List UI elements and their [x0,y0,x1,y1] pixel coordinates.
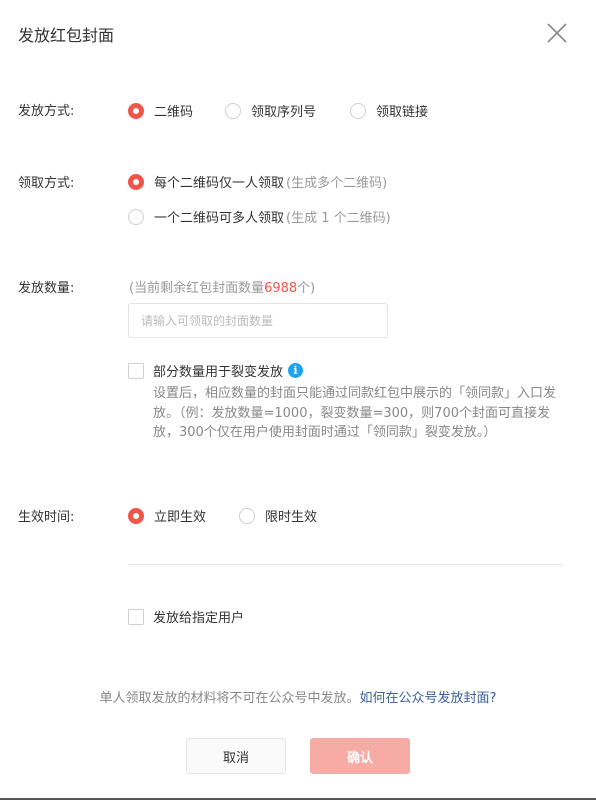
issue-cover-dialog: 发放红包封面 发放方式: 二维码 领取序列号 领取链接 领取方式: 每个二维码仅… [0,0,596,800]
issue-method-qrcode[interactable]: 二维码 [128,101,193,120]
fission-description: 设置后，相应数量的封面只能通过同款红包中展示的「领同款」入口发放。（例：发放数量… [153,386,557,440]
effective-now-label: 立即生效 [154,510,207,525]
remaining-count: 6988 [264,281,298,296]
receive-method-single[interactable]: 每个二维码仅一人领取 (生成多个二维码) [128,172,387,191]
receive-method-label: 领取方式: [18,176,75,191]
cancel-button[interactable]: 取消 [186,738,286,774]
target-users-checkbox-option[interactable]: 发放给指定用户 [128,607,244,626]
radio-unchecked-icon[interactable] [128,208,144,225]
issue-method-qrcode-label: 二维码 [154,105,194,120]
checkbox-unchecked-icon[interactable] [128,362,144,379]
receive-method-multi-label: 一个二维码可多人领取 [154,211,285,226]
target-users-label: 发放给指定用户 [153,611,245,626]
issue-method-serial-label: 领取序列号 [251,105,317,120]
issue-method-label: 发放方式: [18,104,75,119]
issue-method-link-label: 领取链接 [376,105,429,120]
close-icon[interactable] [545,21,569,45]
radio-unchecked-icon[interactable] [225,102,241,119]
quantity-input[interactable] [128,303,388,338]
dialog-title: 发放红包封面 [18,26,115,45]
remaining-count-text: (当前剩余红包封面数量6988个) [129,277,315,296]
divider [128,564,564,565]
remaining-suffix: 个) [297,281,316,296]
help-link[interactable]: 如何在公众号发放封面? [360,691,497,706]
radio-checked-icon[interactable] [128,507,144,524]
fission-label: 部分数量用于裂变发放 [153,365,284,380]
radio-unchecked-icon[interactable] [350,102,366,119]
effective-limited[interactable]: 限时生效 [239,506,317,525]
radio-checked-icon[interactable] [128,173,144,190]
issue-method-link[interactable]: 领取链接 [350,101,428,120]
effective-time-label: 生效时间: [18,510,75,525]
receive-method-multi-hint: (生成 1 个二维码) [286,211,391,226]
info-icon[interactable]: i [288,363,304,378]
remaining-prefix: (当前剩余红包封面数量 [129,281,265,296]
effective-limited-label: 限时生效 [265,510,318,525]
footer-note-text: 单人领取发放的材料将不可在公众号中发放。 [99,691,360,706]
footer-note: 单人领取发放的材料将不可在公众号中发放。如何在公众号发放封面? [0,687,596,706]
quantity-label: 发放数量: [18,281,75,296]
confirm-button[interactable]: 确认 [310,738,410,774]
receive-method-single-hint: (生成多个二维码) [286,176,388,191]
effective-now[interactable]: 立即生效 [128,506,206,525]
radio-unchecked-icon[interactable] [239,507,255,524]
checkbox-unchecked-icon[interactable] [128,608,144,625]
radio-checked-icon[interactable] [128,102,144,119]
issue-method-serial[interactable]: 领取序列号 [225,101,316,120]
receive-method-single-label: 每个二维码仅一人领取 [154,176,285,191]
receive-method-multi[interactable]: 一个二维码可多人领取 (生成 1 个二维码) [128,207,391,226]
fission-checkbox-option[interactable]: 部分数量用于裂变发放 i [128,361,304,380]
